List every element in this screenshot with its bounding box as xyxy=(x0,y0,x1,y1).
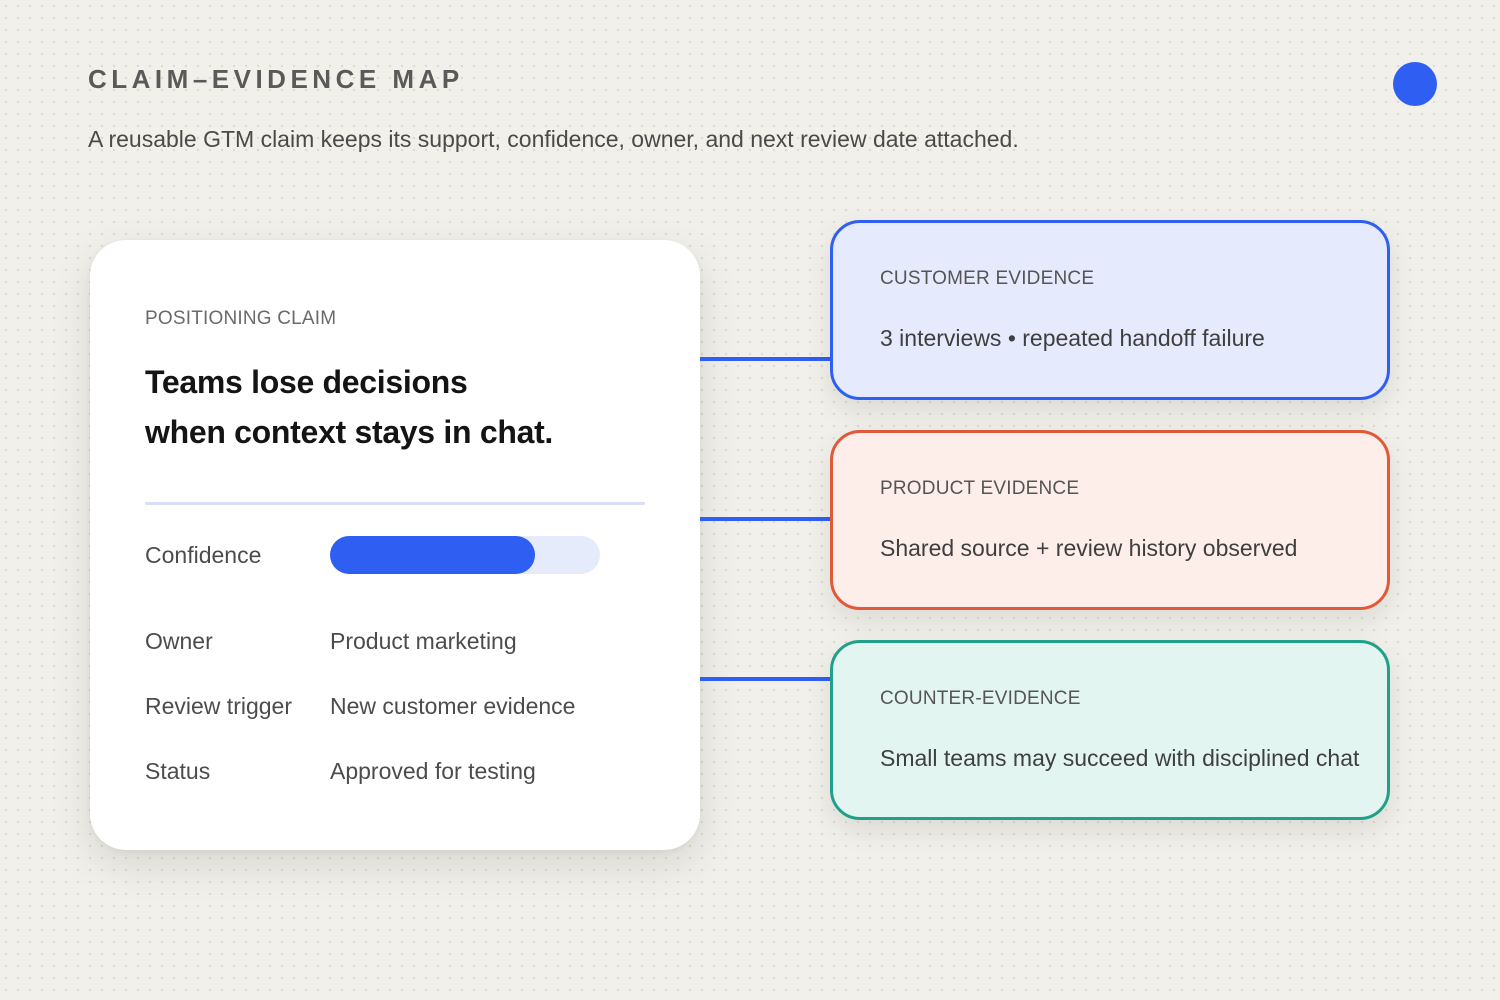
review-trigger-label: Review trigger xyxy=(145,693,292,719)
confidence-bar-fill xyxy=(330,536,536,574)
customer-evidence-title: CUSTOMER EVIDENCE xyxy=(880,268,1095,289)
counter-evidence-title: COUNTER-EVIDENCE xyxy=(880,688,1081,709)
confidence-bar xyxy=(330,536,600,574)
claim-divider xyxy=(145,502,645,505)
review-trigger-value: New customer evidence xyxy=(330,693,576,719)
page-subtitle: A reusable GTM claim keeps its support, … xyxy=(88,126,1019,152)
status-value: Approved for testing xyxy=(330,758,536,784)
product-evidence-text: Shared source + review history observed xyxy=(880,535,1298,561)
product-evidence-title: PRODUCT EVIDENCE xyxy=(880,478,1080,499)
owner-value: Product marketing xyxy=(330,628,517,654)
owner-label: Owner xyxy=(145,628,213,654)
claim-card: POSITIONING CLAIM Teams lose decisions w… xyxy=(90,240,700,850)
connector-product xyxy=(700,517,830,521)
brand-dot-icon xyxy=(1393,62,1437,106)
claim-eyebrow: POSITIONING CLAIM xyxy=(145,308,337,329)
status-label: Status xyxy=(145,758,211,784)
customer-evidence-card: CUSTOMER EVIDENCE 3 interviews • repeate… xyxy=(830,220,1390,400)
customer-evidence-text: 3 interviews • repeated handoff failure xyxy=(880,325,1265,351)
claim-text-line-1: Teams lose decisions xyxy=(145,364,468,400)
confidence-label: Confidence xyxy=(145,542,262,568)
product-evidence-card: PRODUCT EVIDENCE Shared source + review … xyxy=(830,430,1390,610)
connector-counter xyxy=(700,677,830,681)
connector-customer xyxy=(700,357,830,361)
counter-evidence-text: Small teams may succeed with disciplined… xyxy=(880,745,1360,771)
claim-text-line-2: when context stays in chat. xyxy=(145,414,554,450)
page-title: CLAIM–EVIDENCE MAP xyxy=(88,64,464,94)
counter-evidence-card: COUNTER-EVIDENCE Small teams may succeed… xyxy=(830,640,1390,820)
